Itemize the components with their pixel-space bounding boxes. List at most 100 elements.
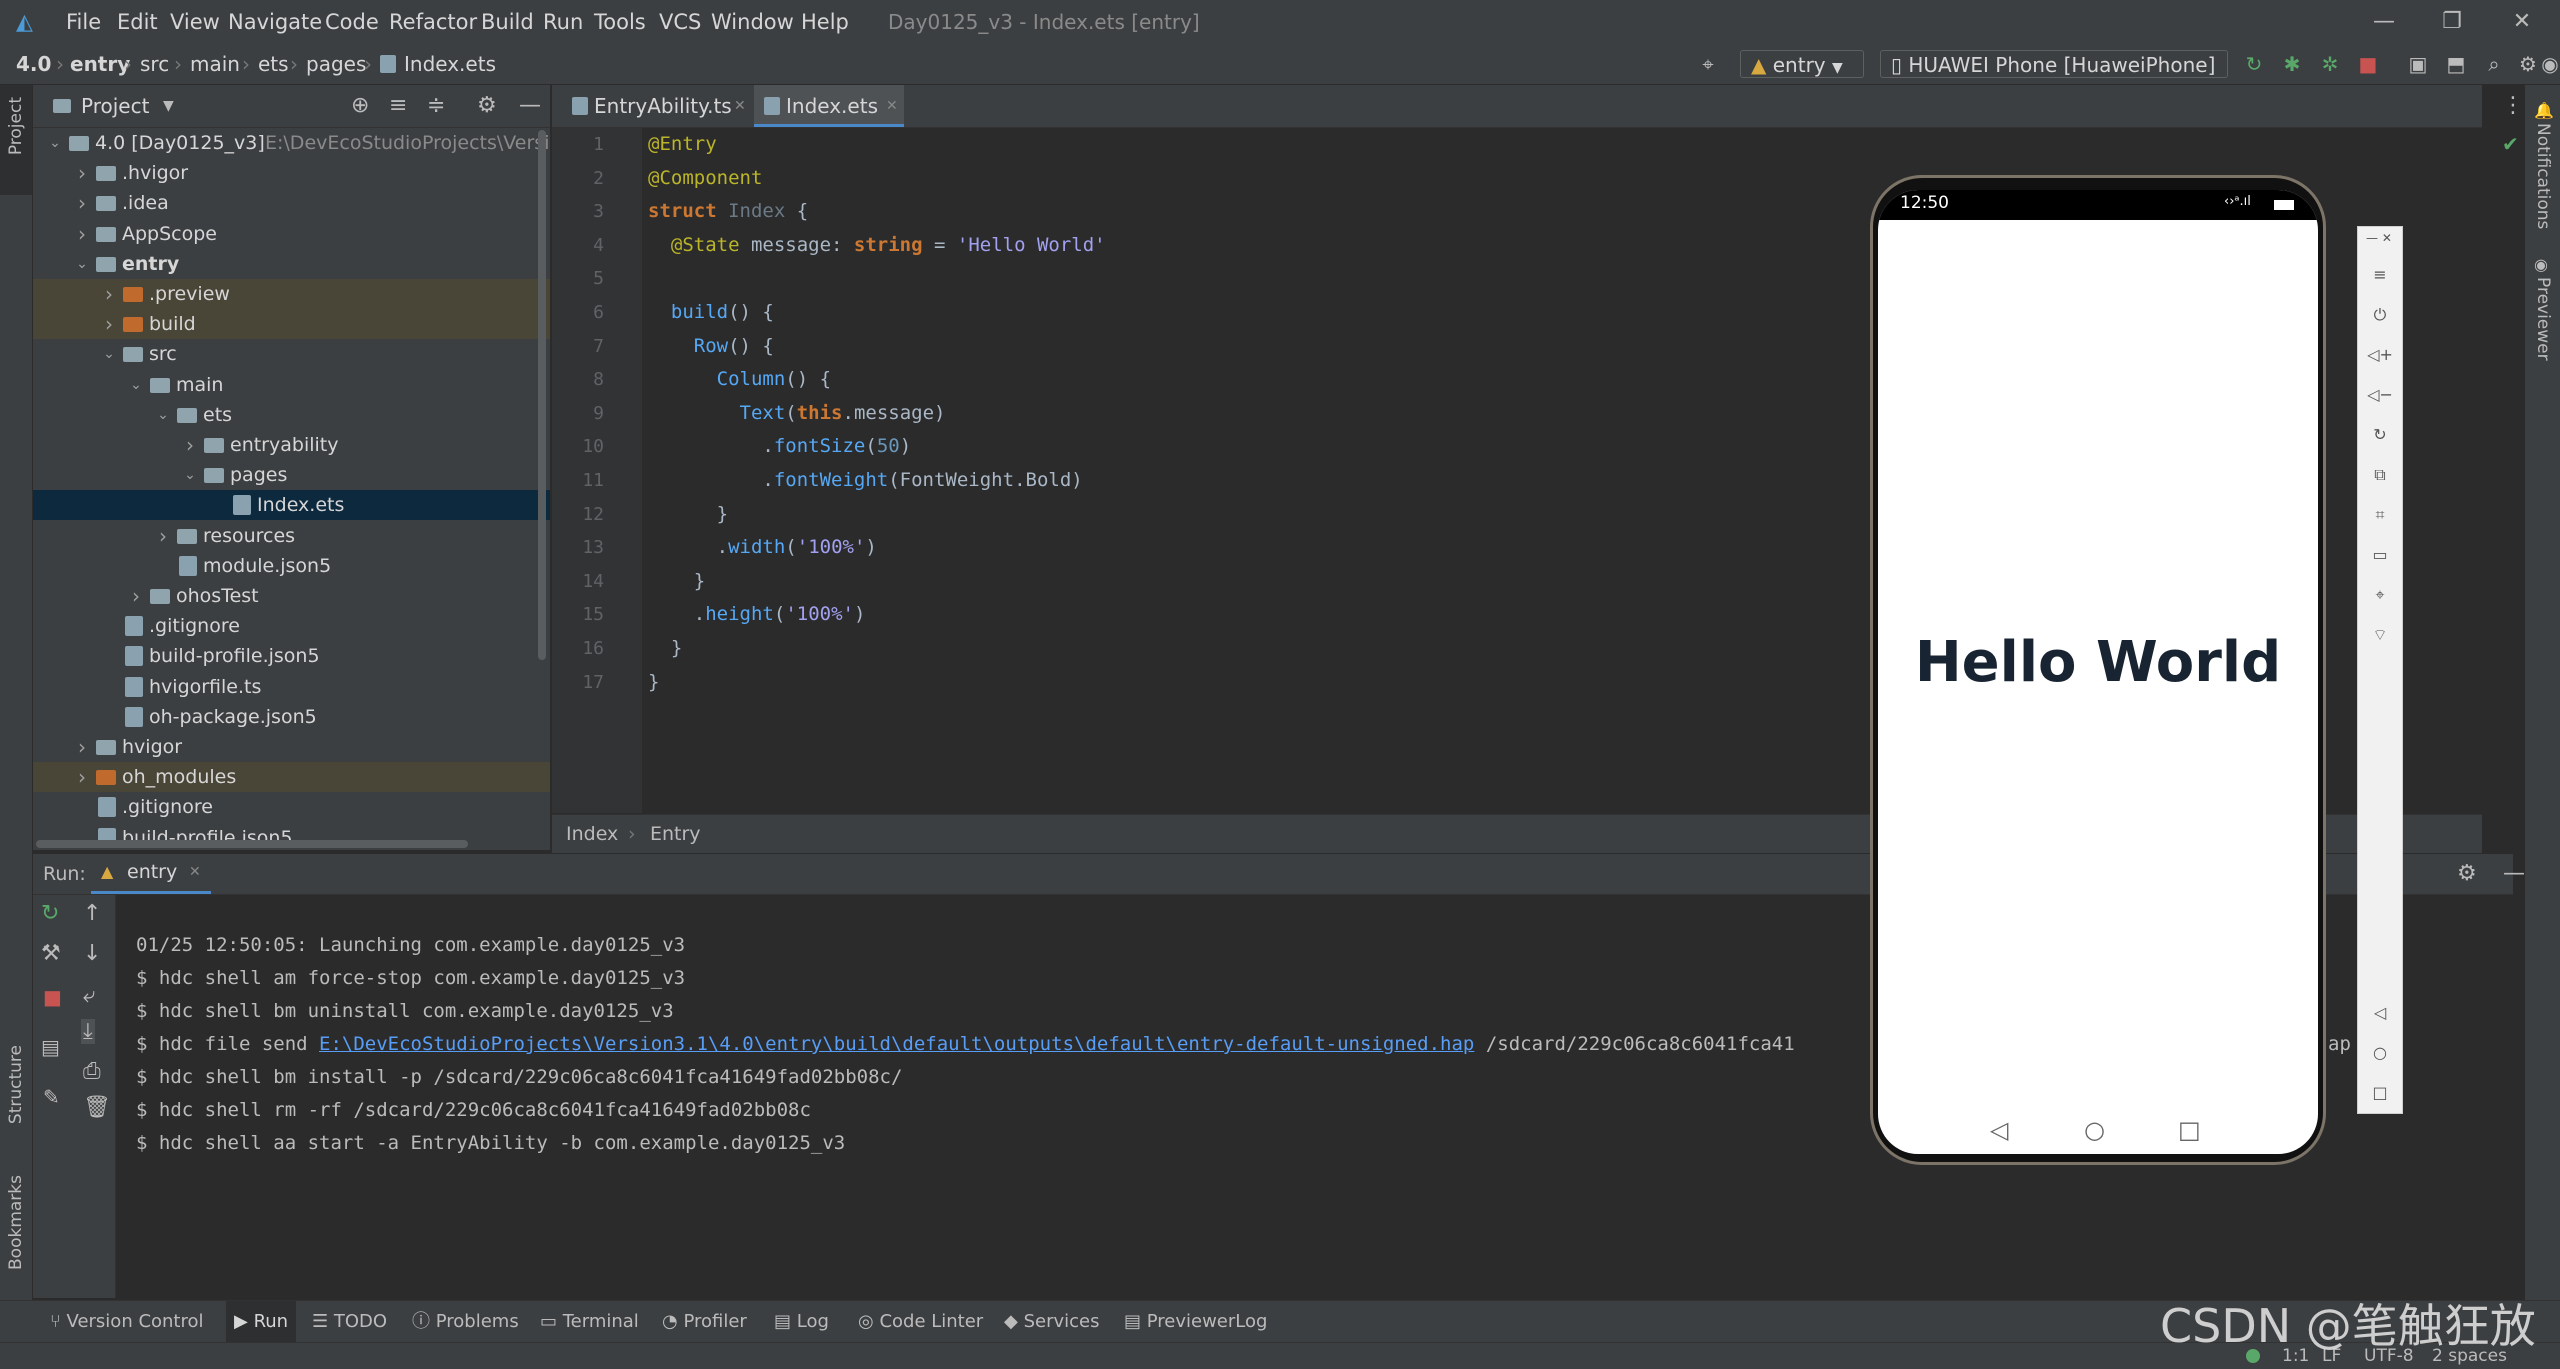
tree-item[interactable]: .gitignore: [33, 611, 550, 641]
chevron-right-icon[interactable]: ›: [74, 188, 90, 218]
chevron-down-icon[interactable]: ⌄: [155, 400, 171, 430]
tab-index[interactable]: Index.ets ✕: [754, 85, 904, 127]
close-icon[interactable]: ✕: [734, 85, 746, 127]
tree-item[interactable]: build-profile.json5: [33, 641, 550, 671]
tree-item[interactable]: › .preview: [33, 279, 550, 309]
trash-icon[interactable]: 🗑: [83, 1095, 111, 1120]
volume-down-icon[interactable]: ◁−: [2358, 385, 2402, 404]
tree-item[interactable]: › resources: [33, 521, 550, 551]
debug-icon[interactable]: ✱: [2278, 50, 2306, 78]
gear-icon[interactable]: ⚙: [2457, 854, 2477, 894]
notifications-tool-label[interactable]: Notifications: [2533, 123, 2553, 229]
tree-item[interactable]: › build: [33, 309, 550, 340]
tool-problems[interactable]: ⓘ Problems: [412, 1301, 519, 1343]
screenshot-icon[interactable]: ⌗: [2358, 505, 2402, 525]
menu-refactor[interactable]: Refactor: [389, 0, 477, 44]
tree-item[interactable]: ⌄ pages: [33, 460, 550, 490]
menu-icon[interactable]: ≡: [2358, 265, 2402, 284]
target-icon[interactable]: ⌖: [1694, 50, 1722, 78]
more-icon[interactable]: ⋮: [2502, 85, 2524, 127]
breadcrumb-src[interactable]: src: [140, 44, 169, 84]
breadcrumb-decorator[interactable]: Entry: [650, 815, 701, 853]
close-icon[interactable]: ✕: [886, 85, 898, 127]
device-manager-icon[interactable]: ▣: [2404, 50, 2432, 78]
close-icon[interactable]: ✕: [189, 854, 201, 891]
power-icon[interactable]: ⏻: [2358, 305, 2402, 325]
tree-item[interactable]: › oh_modules: [33, 762, 550, 793]
menu-view[interactable]: View: [170, 0, 220, 44]
tab-entryability[interactable]: EntryAbility.ts ✕: [562, 85, 748, 127]
soft-wrap-icon[interactable]: ⤶: [83, 983, 95, 1008]
menu-help[interactable]: Help: [801, 0, 849, 44]
locate-icon[interactable]: ⊕: [351, 85, 369, 127]
tree-item[interactable]: › .idea: [33, 188, 550, 218]
project-view-selector[interactable]: Project: [81, 85, 149, 127]
chevron-right-icon[interactable]: ›: [74, 158, 90, 188]
breadcrumb-pages[interactable]: pages: [306, 44, 366, 84]
minimize-icon[interactable]: —: [2370, 8, 2398, 36]
chevron-right-icon[interactable]: ›: [182, 430, 198, 460]
menu-file[interactable]: File: [66, 0, 101, 44]
tree-item[interactable]: Index.ets: [33, 490, 550, 521]
layout-icon[interactable]: ▤: [41, 1035, 60, 1059]
chevron-right-icon[interactable]: ›: [128, 581, 144, 611]
gear-icon[interactable]: ⚙: [477, 85, 497, 127]
chevron-right-icon[interactable]: ›: [74, 762, 90, 792]
attach-debugger-icon[interactable]: ✲: [2316, 50, 2344, 78]
breadcrumb-root[interactable]: 4.0: [16, 44, 51, 84]
sdk-manager-icon[interactable]: ⬒: [2442, 50, 2470, 78]
breadcrumb-file[interactable]: Index.ets: [404, 44, 496, 84]
recents-icon[interactable]: □: [2358, 1083, 2402, 1102]
bookmarks-tool-label[interactable]: Bookmarks: [6, 1175, 26, 1270]
pin-icon[interactable]: ✎: [43, 1085, 60, 1109]
tree-item[interactable]: › ohosTest: [33, 581, 550, 611]
menu-tools[interactable]: Tools: [594, 0, 646, 44]
expand-all-icon[interactable]: ≡: [389, 85, 407, 127]
account-icon[interactable]: ◉: [2540, 50, 2560, 78]
tree-item[interactable]: module.json5: [33, 551, 550, 581]
structure-tool-label[interactable]: Structure: [6, 1045, 26, 1124]
rotate-icon[interactable]: ↻: [2358, 425, 2402, 444]
menu-vcs[interactable]: VCS: [659, 0, 701, 44]
chevron-right-icon[interactable]: ›: [101, 279, 117, 309]
menu-navigate[interactable]: Navigate: [228, 0, 322, 44]
tool-run[interactable]: ▶ Run: [226, 1301, 297, 1343]
menu-code[interactable]: Code: [325, 0, 379, 44]
menu-window[interactable]: Window: [711, 0, 794, 44]
chevron-right-icon[interactable]: ›: [74, 219, 90, 249]
console-file-link[interactable]: E:\DevEcoStudioProjects\Version3.1\4.0\e…: [319, 1033, 1474, 1055]
hide-panel-icon[interactable]: —: [2503, 854, 2525, 894]
scroll-down-icon[interactable]: ↓: [83, 941, 101, 966]
tree-horizontal-scrollbar[interactable]: [36, 840, 468, 848]
home-icon[interactable]: ○: [2084, 1116, 2105, 1144]
tree-item[interactable]: ⌄ src: [33, 339, 550, 369]
breadcrumb-struct[interactable]: Index: [566, 815, 618, 853]
breadcrumb-ets[interactable]: ets: [258, 44, 289, 84]
stop-icon[interactable]: ■: [2354, 50, 2382, 78]
collapse-all-icon[interactable]: ≑: [427, 85, 445, 127]
tree-item[interactable]: ⌄ main: [33, 370, 550, 400]
tree-item[interactable]: › entryability: [33, 430, 550, 460]
scroll-up-icon[interactable]: ↑: [83, 901, 101, 926]
tree-item[interactable]: › hvigor: [33, 732, 550, 762]
minimize-icon[interactable]: — ✕: [2358, 231, 2410, 245]
tool-log[interactable]: ▤ Log: [774, 1301, 829, 1343]
recents-icon[interactable]: □: [2178, 1116, 2201, 1144]
chevron-down-icon[interactable]: ⌄: [74, 249, 90, 279]
volume-up-icon[interactable]: ◁+: [2358, 345, 2402, 364]
fold-icon[interactable]: ⧉: [2358, 465, 2402, 485]
tree-item[interactable]: hvigorfile.ts: [33, 672, 550, 702]
chevron-down-icon[interactable]: ⌄: [47, 128, 63, 158]
tree-item[interactable]: .gitignore: [33, 792, 550, 822]
gear-icon[interactable]: ⚙: [2514, 50, 2542, 78]
home-icon[interactable]: ○: [2358, 1043, 2402, 1062]
search-icon[interactable]: ⌕: [2480, 50, 2508, 78]
project-tool-tab[interactable]: Project: [0, 85, 32, 195]
tree-item[interactable]: ⌄ entry: [33, 249, 550, 279]
stop-icon[interactable]: ■: [43, 985, 62, 1009]
breadcrumb-entry[interactable]: entry: [70, 44, 130, 84]
tool-profiler[interactable]: ◔ Profiler: [662, 1301, 747, 1343]
tool-previewer-log[interactable]: ▤ PreviewerLog: [1124, 1301, 1267, 1343]
tree-item[interactable]: ⌄ 4.0 [Day0125_v3] E:\DevEcoStudioProjects…: [33, 128, 550, 158]
rerun-icon[interactable]: ↻: [2240, 50, 2268, 78]
